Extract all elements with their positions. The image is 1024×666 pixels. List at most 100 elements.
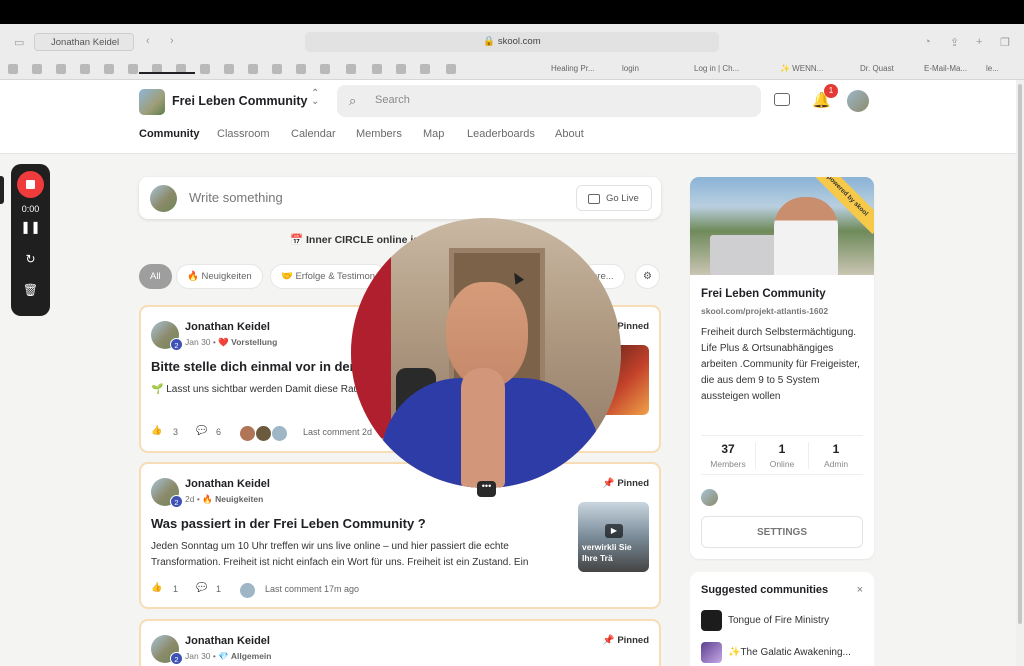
- search-placeholder: Search: [375, 94, 410, 106]
- stat-members[interactable]: 37 Members: [701, 442, 755, 469]
- stat-admin[interactable]: 1 Admin: [809, 442, 863, 469]
- bookmark-icon[interactable]: [224, 64, 234, 74]
- post-date: 2d: [185, 494, 195, 504]
- bookmark-link[interactable]: Log in | Ch...: [694, 64, 739, 73]
- bookmark-icon[interactable]: [104, 64, 114, 74]
- pinned-text: Pinned: [617, 635, 649, 646]
- scrollbar-thumb[interactable]: [1018, 84, 1022, 624]
- tab-classroom[interactable]: Classroom: [217, 128, 270, 140]
- tab-calendar[interactable]: Calendar: [291, 128, 336, 140]
- like-icon[interactable]: 👍: [151, 425, 162, 435]
- trash-icon[interactable]: 🗑: [11, 283, 50, 297]
- tab-members[interactable]: Members: [356, 128, 402, 140]
- stop-recording-button[interactable]: [17, 171, 44, 198]
- share-icon[interactable]: ⇪: [950, 36, 959, 49]
- webcam-overlay[interactable]: [351, 218, 621, 488]
- level-badge: 2: [170, 495, 183, 508]
- post-category[interactable]: ❤️ Vorstellung: [218, 337, 277, 347]
- tab-about[interactable]: About: [555, 128, 584, 140]
- post-meta: 2d • 🔥 Neuigkeiten: [185, 494, 264, 504]
- bookmark-icon[interactable]: [32, 64, 42, 74]
- bookmark-icon[interactable]: [128, 64, 138, 74]
- bookmark-icon[interactable]: [200, 64, 210, 74]
- post-author[interactable]: Jonathan Keidel: [185, 478, 270, 490]
- post-author[interactable]: Jonathan Keidel: [185, 635, 270, 647]
- community-url[interactable]: skool.com/projekt-atlantis-1602: [701, 306, 828, 316]
- community-logo[interactable]: [139, 89, 165, 115]
- post-title[interactable]: Was passiert in der Frei Leben Community…: [151, 516, 426, 531]
- post-footer: 👍 3 💬 6 Last comment 2d: [151, 425, 372, 442]
- bookmark-icon[interactable]: [396, 64, 406, 74]
- go-live-button[interactable]: Go Live: [576, 185, 652, 211]
- stat-value: 1: [832, 442, 840, 456]
- comment-icon[interactable]: 💬: [196, 582, 207, 593]
- pinned-label: 📌 Pinned: [603, 635, 649, 646]
- download-icon[interactable]: ◔: [924, 36, 931, 48]
- bookmark-icon[interactable]: [272, 64, 282, 74]
- bookmark-icon[interactable]: [8, 64, 18, 74]
- filter-all[interactable]: All: [139, 264, 172, 289]
- post-composer[interactable]: Write something Go Live: [139, 177, 661, 219]
- suggested-item[interactable]: Tongue of Fire Ministry: [701, 610, 871, 632]
- tab-overview-icon[interactable]: ❐: [1000, 36, 1010, 49]
- restart-icon[interactable]: ↻: [11, 252, 50, 266]
- system-menu-bar: [0, 0, 1024, 24]
- suggested-item[interactable]: ✨The Galatic Awakening...: [701, 642, 871, 664]
- close-icon[interactable]: ×: [857, 584, 863, 596]
- post-card[interactable]: 2 Jonathan Keidel Jan 30 • 💎 Allgemein 📌…: [139, 619, 661, 666]
- go-live-label: Go Live: [606, 193, 639, 204]
- community-cover-image[interactable]: powered by skool: [690, 177, 874, 275]
- post-thumbnail[interactable]: ▶ verwirkli Sie Ihre Trä: [578, 502, 649, 572]
- settings-button[interactable]: SETTINGS: [701, 516, 863, 548]
- tab-leaderboards[interactable]: Leaderboards: [467, 128, 535, 140]
- post-author[interactable]: Jonathan Keidel: [185, 321, 270, 333]
- bookmark-link[interactable]: ✨ WENN...: [780, 64, 823, 73]
- address-bar[interactable]: 🔒 skool.com: [305, 32, 719, 52]
- user-avatar[interactable]: [847, 90, 869, 112]
- community-name[interactable]: Frei Leben Community: [172, 94, 307, 108]
- post-category[interactable]: 🔥 Neuigkeiten: [202, 494, 263, 504]
- background-shape: [351, 248, 391, 438]
- recorder-handle[interactable]: [0, 176, 4, 204]
- forward-icon[interactable]: ›: [170, 35, 174, 47]
- bookmark-icon[interactable]: [80, 64, 90, 74]
- filter-neuigkeiten[interactable]: 🔥 Neuigkeiten: [176, 264, 263, 289]
- new-tab-icon[interactable]: +: [976, 36, 982, 48]
- stat-online[interactable]: 1 Online: [755, 442, 809, 469]
- back-icon[interactable]: ‹: [146, 35, 150, 47]
- bookmark-link[interactable]: le...: [986, 64, 999, 73]
- admin-avatar[interactable]: [701, 489, 718, 506]
- post-title[interactable]: Bitte stelle dich einmal vor in der: [151, 359, 355, 374]
- bookmark-icon[interactable]: [56, 64, 66, 74]
- bookmark-icon[interactable]: [248, 64, 258, 74]
- pause-icon[interactable]: ❚❚: [11, 220, 50, 234]
- presenter-hands: [461, 368, 505, 488]
- bookmark-icon[interactable]: [372, 64, 382, 74]
- bookmark-icon[interactable]: [346, 64, 356, 74]
- bookmark-link[interactable]: E-Mail-Ma...: [924, 64, 967, 73]
- post-category[interactable]: 💎 Allgemein: [218, 651, 271, 661]
- bookmark-link[interactable]: login: [622, 64, 639, 73]
- post-meta: Jan 30 • ❤️ Vorstellung: [185, 337, 278, 347]
- sidebar-toggle-icon[interactable]: ▭: [14, 36, 24, 49]
- composer-placeholder: Write something: [189, 190, 283, 205]
- search-icon: ⌕: [349, 93, 357, 108]
- tab-group-button[interactable]: Jonathan Keidel: [34, 33, 134, 51]
- search-input[interactable]: ⌕ Search: [337, 85, 761, 117]
- comment-icon[interactable]: 💬: [196, 425, 207, 436]
- bookmark-icon[interactable]: [420, 64, 430, 74]
- tab-community[interactable]: Community: [139, 128, 200, 140]
- event-banner[interactable]: 📅 Inner CIRCLE online is: [290, 233, 419, 246]
- bookmark-link[interactable]: Dr. Quast: [860, 64, 894, 73]
- more-options-icon[interactable]: •••: [477, 481, 496, 497]
- like-icon[interactable]: 👍: [151, 582, 162, 592]
- filter-settings-icon[interactable]: ⚙: [635, 264, 660, 289]
- avatar: [150, 185, 177, 212]
- switch-community-icon[interactable]: ⌃ ⌄: [311, 89, 319, 107]
- bookmark-icon[interactable]: [446, 64, 456, 74]
- bookmark-link[interactable]: Healing Pr...: [551, 64, 595, 73]
- bookmark-icon[interactable]: [296, 64, 306, 74]
- bookmark-icon[interactable]: [320, 64, 330, 74]
- tab-map[interactable]: Map: [423, 128, 444, 140]
- chat-icon[interactable]: [774, 93, 790, 106]
